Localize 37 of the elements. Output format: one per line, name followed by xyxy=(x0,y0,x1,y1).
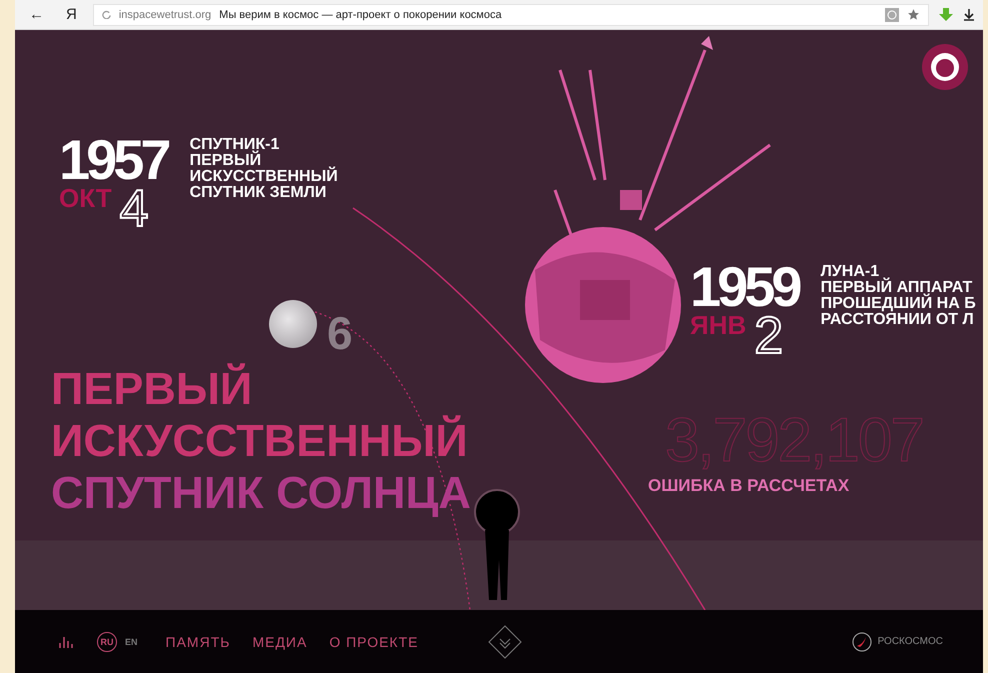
nav-link[interactable]: ПАМЯТЬ xyxy=(166,634,230,650)
rocket-logo-icon xyxy=(852,632,872,652)
back-button[interactable]: ← xyxy=(23,6,50,23)
event-year: 1959 xyxy=(690,262,799,312)
download-icon[interactable] xyxy=(963,8,975,20)
nav-link[interactable]: О ПРОЕКТЕ xyxy=(329,634,418,650)
scroll-down-button[interactable] xyxy=(488,624,522,658)
event-description: ПЕРВЫЙ xyxy=(190,153,262,169)
page-title: Мы верим в космос — арт-проект о покорении космоса xyxy=(219,8,502,20)
event-day: 2 xyxy=(754,312,784,360)
event-year: 1957 xyxy=(59,135,168,185)
moon-count: 6 xyxy=(327,306,353,360)
event-month: ЯНВ xyxy=(690,312,746,338)
event-day: 4 xyxy=(120,185,149,233)
language-option[interactable]: RU xyxy=(97,632,117,652)
event-description: СПУТНИК ЗЕМЛИ xyxy=(190,185,328,201)
partner-link[interactable]: РОСКОСМОС xyxy=(852,632,943,652)
event-description: ЛУНА-1 xyxy=(820,264,880,280)
event-description: ИСКУССТВЕННЫЙ xyxy=(190,169,338,185)
language-option[interactable]: EN xyxy=(125,632,138,652)
counter-number: 3,792,107 xyxy=(665,408,923,474)
headline: СПУТНИК СОЛНЦА xyxy=(51,467,471,519)
headline: ИСКУССТВЕННЫЙ xyxy=(51,415,469,467)
star-icon[interactable] xyxy=(907,8,920,21)
address-bar[interactable]: inspacewetrust.org Мы верим в космос — арт-проект о покорении космоса xyxy=(92,4,929,26)
nav-link[interactable]: МЕДИА xyxy=(252,634,308,650)
headline: ПЕРВЫЙ xyxy=(51,363,254,415)
equalizer-icon[interactable] xyxy=(59,635,73,648)
reload-icon[interactable] xyxy=(102,10,111,19)
moon-picture xyxy=(269,300,317,348)
yandex-button[interactable]: Я xyxy=(60,6,83,23)
error-label: ОШИБКА В РАССЧЕТАХ xyxy=(648,476,850,496)
download-arrow-icon[interactable] xyxy=(939,8,953,22)
event-month: ОКТ xyxy=(59,185,112,211)
url-text: inspacewetrust.org xyxy=(118,8,212,20)
event-description: РАССТОЯНИИ ОТ Л xyxy=(820,312,975,328)
event-description: ПРОШЕДШИЙ НА Б xyxy=(820,296,976,312)
